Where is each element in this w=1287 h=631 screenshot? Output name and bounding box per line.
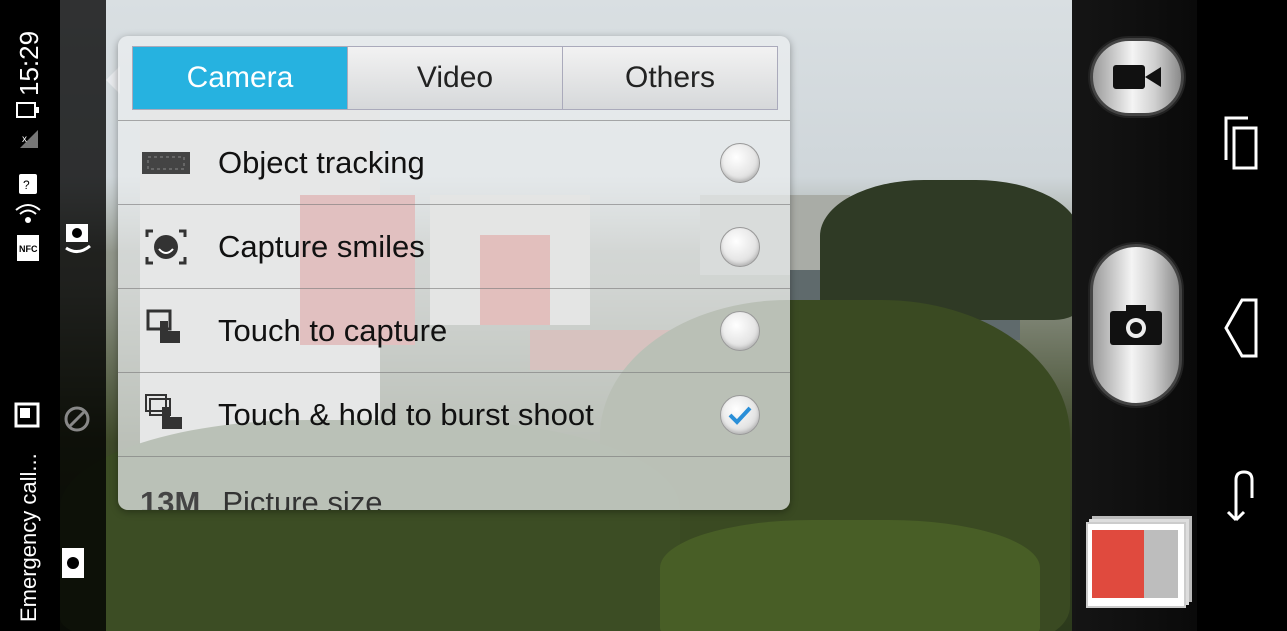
object-tracking-icon — [142, 143, 190, 183]
setting-label: Touch & hold to burst shoot — [218, 397, 594, 432]
battery-icon — [16, 102, 39, 118]
nfc-icon: NFC — [17, 235, 39, 261]
svg-text:NFC: NFC — [19, 244, 38, 254]
tab-video[interactable]: Video — [348, 47, 563, 109]
camera-flip-icon[interactable] — [62, 218, 96, 258]
touch-capture-icon — [142, 309, 190, 351]
recent-apps-icon[interactable] — [1217, 114, 1267, 174]
status-bar: 15:29 x ? NFC Emergency call... — [0, 0, 60, 631]
checkbox[interactable] — [720, 143, 760, 183]
navigation-bar — [1197, 0, 1287, 631]
setting-label: Capture smiles — [218, 229, 425, 264]
setting-capture-smiles[interactable]: Capture smiles — [118, 204, 790, 289]
camera-controls — [1072, 0, 1197, 631]
camera-icon — [1110, 305, 1162, 345]
setting-picture-size[interactable]: 13M Picture size — [118, 456, 790, 510]
svg-text:?: ? — [23, 178, 30, 192]
setting-object-tracking[interactable]: Object tracking — [118, 120, 790, 205]
checkbox[interactable] — [720, 311, 760, 351]
no-sim-icon — [64, 406, 90, 432]
clock: 15:29 — [14, 30, 44, 96]
camera-settings-panel: Camera Video Others Object tracking Capt… — [118, 36, 790, 510]
setting-label: Object tracking — [218, 145, 425, 180]
camera-mode-strip — [60, 0, 106, 631]
return-icon[interactable] — [1217, 468, 1267, 530]
burst-shoot-icon — [142, 394, 190, 435]
gallery-thumbnail[interactable] — [1086, 522, 1186, 608]
emergency-call-label: Emergency call... — [16, 453, 41, 622]
tab-others[interactable]: Others — [563, 47, 777, 109]
smile-capture-icon — [142, 227, 190, 267]
checkmark-icon — [728, 406, 752, 425]
setting-burst-shoot[interactable]: Touch & hold to burst shoot — [118, 372, 790, 457]
signal-icon: x — [20, 130, 38, 148]
trees — [660, 520, 1040, 631]
checkbox[interactable] — [720, 227, 760, 267]
setting-label: Touch to capture — [218, 313, 448, 348]
settings-tabs: Camera Video Others — [132, 46, 778, 110]
sd-card-icon: ? — [19, 174, 37, 194]
checkbox-checked[interactable] — [720, 395, 760, 435]
setting-touch-to-capture[interactable]: Touch to capture — [118, 288, 790, 373]
picture-size-value: 13M — [140, 485, 201, 510]
setting-label: Picture size — [222, 485, 383, 510]
tab-camera[interactable]: Camera — [133, 47, 348, 109]
back-icon[interactable] — [1217, 296, 1267, 360]
video-camera-icon — [1113, 65, 1161, 89]
wifi-icon — [15, 204, 41, 223]
trees — [820, 180, 1072, 320]
camera-icon[interactable] — [60, 544, 90, 584]
video-record-button[interactable] — [1090, 38, 1184, 116]
svg-text:x: x — [22, 134, 27, 145]
shutter-button[interactable] — [1090, 244, 1182, 406]
sd-card-icon — [14, 402, 40, 428]
